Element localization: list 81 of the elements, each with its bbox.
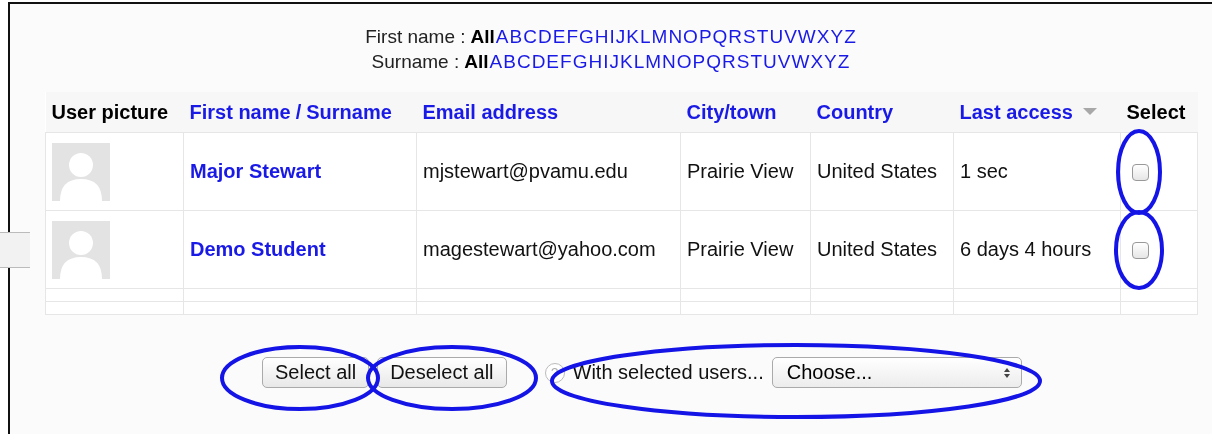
letter-link[interactable]: K bbox=[619, 49, 633, 74]
letter-link[interactable]: V bbox=[784, 24, 797, 49]
avatar-icon bbox=[52, 142, 110, 201]
letter-link[interactable]: L bbox=[633, 49, 645, 74]
letter-link[interactable]: O bbox=[676, 49, 692, 74]
letter-link[interactable]: R bbox=[722, 49, 736, 74]
letter-link[interactable]: Q bbox=[706, 49, 722, 74]
letter-link[interactable]: G bbox=[579, 24, 594, 49]
letter-link[interactable]: U bbox=[769, 24, 784, 49]
sort-down-icon[interactable] bbox=[1082, 108, 1097, 116]
table-cell: Prairie View bbox=[680, 210, 811, 289]
user-name-link[interactable]: Major Stewart bbox=[190, 160, 322, 182]
action-label: With selected users... bbox=[572, 361, 764, 384]
letter-link[interactable]: I bbox=[609, 24, 615, 49]
action-button[interactable]: Deselect all bbox=[377, 357, 507, 388]
letter-link[interactable]: I bbox=[603, 49, 609, 74]
letter-link[interactable]: E bbox=[552, 24, 566, 49]
filter-label: First name : bbox=[365, 25, 466, 49]
letter-link[interactable]: S bbox=[736, 49, 750, 74]
letter-link[interactable]: D bbox=[537, 24, 552, 49]
separator-text: / bbox=[295, 100, 302, 124]
table-cell: mjstewart@pvamu.edu bbox=[416, 132, 681, 211]
letter-link[interactable]: B bbox=[503, 49, 516, 74]
header-text: User picture bbox=[51, 100, 169, 124]
letter-link[interactable]: W bbox=[791, 49, 810, 74]
letter-link[interactable]: J bbox=[609, 49, 619, 74]
user-name-link[interactable]: Demo Student bbox=[190, 238, 326, 260]
letter-link[interactable]: A bbox=[489, 49, 503, 74]
letter-link[interactable]: C bbox=[523, 24, 537, 49]
avatar-icon bbox=[52, 220, 110, 279]
letter-link[interactable]: E bbox=[546, 49, 560, 74]
letter-link[interactable]: Y bbox=[830, 24, 844, 49]
letter-link[interactable]: R bbox=[728, 24, 743, 49]
letter-link[interactable]: P bbox=[698, 24, 712, 49]
letter-link[interactable]: O bbox=[683, 24, 698, 49]
letter-link[interactable]: P bbox=[692, 49, 706, 74]
letter-link[interactable]: X bbox=[816, 24, 830, 49]
letter-link[interactable]: Q bbox=[712, 24, 728, 49]
letter-link[interactable]: M bbox=[645, 49, 662, 74]
letter-link[interactable]: All bbox=[464, 49, 489, 74]
checkbox[interactable] bbox=[1132, 242, 1149, 260]
letter-link[interactable]: H bbox=[594, 24, 609, 49]
letter-link[interactable]: All bbox=[470, 24, 495, 49]
letter-link[interactable]: C bbox=[516, 49, 531, 74]
letter-link[interactable]: M bbox=[651, 24, 668, 49]
sort-link[interactable]: Surname bbox=[306, 100, 392, 124]
letter-link[interactable]: Z bbox=[837, 49, 850, 74]
letter-link[interactable]: S bbox=[743, 24, 756, 49]
letter-link[interactable]: H bbox=[588, 49, 603, 74]
letter-link[interactable]: F bbox=[566, 24, 578, 49]
letter-link[interactable]: F bbox=[560, 49, 572, 74]
table-cell: United States bbox=[810, 210, 954, 289]
letter-link[interactable]: V bbox=[777, 49, 791, 74]
table-cell: 6 days 4 hours bbox=[953, 210, 1121, 289]
action-dropdown[interactable]: Choose... bbox=[771, 357, 1022, 388]
letter-link[interactable]: N bbox=[668, 24, 683, 49]
table-cell: 1 sec bbox=[953, 132, 1121, 211]
letter-link[interactable]: Z bbox=[844, 24, 856, 49]
letter-link[interactable]: A bbox=[495, 24, 509, 49]
checkbox[interactable] bbox=[1132, 164, 1149, 182]
sort-link[interactable]: First name bbox=[189, 100, 291, 124]
letter-link[interactable]: L bbox=[639, 24, 651, 49]
letter-link[interactable]: U bbox=[763, 49, 777, 74]
letter-link[interactable]: T bbox=[756, 24, 769, 49]
letter-link[interactable]: B bbox=[509, 24, 523, 49]
letter-link[interactable]: T bbox=[750, 49, 763, 74]
updown-arrows-icon bbox=[1002, 366, 1011, 379]
filter-label: Surname : bbox=[371, 50, 460, 74]
table-cell: United States bbox=[810, 132, 954, 211]
action-button[interactable]: Select all bbox=[262, 357, 370, 388]
letter-link[interactable]: W bbox=[797, 24, 816, 49]
letter-link[interactable]: G bbox=[572, 49, 588, 74]
letter-link[interactable]: D bbox=[531, 49, 546, 74]
header-text: Select bbox=[1126, 100, 1186, 124]
letter-link[interactable]: K bbox=[626, 24, 639, 49]
letter-link[interactable]: Y bbox=[824, 49, 837, 74]
table-cell: Prairie View bbox=[680, 132, 811, 211]
letter-link[interactable]: J bbox=[615, 24, 626, 49]
table-cell: magestewart@yahoo.com bbox=[416, 210, 681, 289]
letter-link[interactable]: X bbox=[810, 49, 824, 74]
letter-link[interactable]: N bbox=[662, 49, 676, 74]
